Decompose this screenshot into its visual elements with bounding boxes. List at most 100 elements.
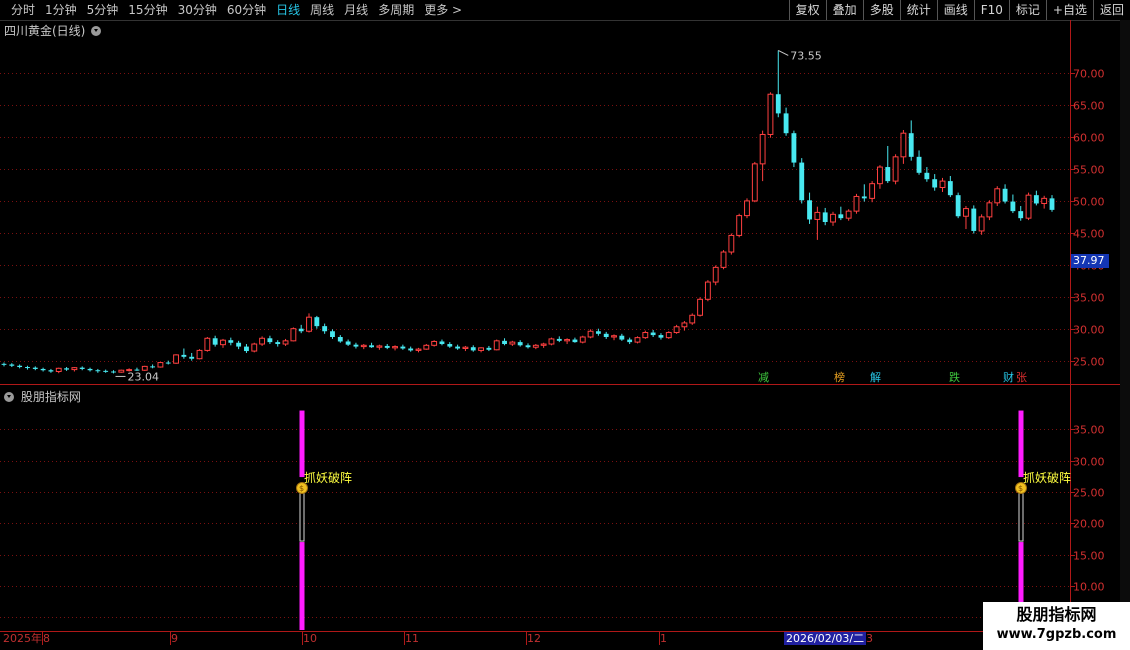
candle-body-down — [236, 342, 242, 347]
candle-body-down — [228, 340, 234, 343]
candle-body-up — [306, 316, 312, 332]
event-marker-jie[interactable]: 解 — [869, 371, 882, 384]
candle-body-up — [712, 266, 719, 283]
panel-menu-icon[interactable] — [91, 26, 102, 36]
chart-canvas[interactable]: 25.0030.0035.0040.0045.0050.0055.0060.00… — [0, 0, 1130, 650]
candle-body-down — [885, 167, 891, 182]
candle-body-up — [642, 332, 649, 339]
candle-body-up — [376, 345, 383, 348]
candle-body-up — [900, 132, 907, 158]
date-label: 9 — [171, 632, 178, 645]
candle-body-down — [408, 348, 414, 351]
candle-body-up — [720, 251, 727, 268]
candle-body-down — [111, 371, 116, 373]
y-tick-label: 45.00 — [1073, 228, 1105, 241]
candle-body-up — [767, 93, 774, 135]
event-marker-bang[interactable]: 榜 — [833, 371, 846, 384]
date-label: 12 — [527, 632, 541, 645]
candle-body-up — [634, 337, 641, 343]
candle-body-down — [48, 370, 54, 372]
candle-body-up — [157, 362, 164, 368]
candle-body-down — [838, 214, 844, 219]
candle-body-up — [751, 163, 758, 202]
candle-body-down — [916, 156, 922, 173]
candle-body-up — [415, 348, 422, 351]
signal-bar — [299, 410, 305, 478]
candle-body-up — [251, 343, 258, 352]
candle-body-up — [986, 202, 993, 218]
candle-body-down — [275, 342, 281, 345]
signal-label: 抓妖破阵 — [1023, 470, 1071, 485]
candle-body-up — [579, 336, 586, 343]
money-bag-glyph: $ — [299, 484, 304, 493]
date-axis: 2025年 8 9 10 11 12 1 2026/02/03/二 3 — [0, 632, 1130, 650]
candle-body-down — [947, 181, 953, 196]
candle-body-up — [994, 188, 1001, 204]
date-label: 11 — [405, 632, 419, 645]
cursor-date: 2026/02/03/二 — [784, 632, 867, 645]
candle-body-up — [759, 133, 766, 165]
candle-body-up — [290, 328, 297, 342]
candle-body-up — [204, 337, 211, 351]
candle-body-down — [627, 339, 633, 343]
candle-body-up — [963, 208, 969, 217]
candle-body-up — [509, 341, 516, 345]
candle-body-up — [877, 166, 883, 185]
candle-body-down — [87, 368, 93, 371]
candle-body-down — [517, 342, 523, 346]
event-marker-die[interactable]: 跌 — [948, 371, 961, 384]
current-price-tag: 37.97 — [1071, 254, 1109, 268]
candle-body-down — [103, 370, 109, 372]
event-label: 榜 — [834, 371, 845, 384]
indicator-menu-icon[interactable] — [4, 392, 14, 402]
event-label: 减 — [758, 371, 769, 384]
candle-body-up — [587, 330, 594, 338]
candle-body-down — [783, 113, 789, 134]
candle-body-down — [40, 368, 46, 371]
candle-body-up — [728, 234, 735, 253]
candle-body-down — [455, 346, 461, 349]
candle-body-down — [572, 339, 578, 343]
candle-body-up — [71, 367, 78, 371]
event-marker-jian[interactable]: 减 — [757, 371, 770, 384]
money-bag-glyph: $ — [1018, 484, 1023, 493]
candle-body-down — [400, 346, 406, 349]
candle-body-down — [775, 94, 781, 114]
candle-body-down — [267, 338, 273, 343]
candle-body-down — [95, 370, 101, 372]
candle-body-down — [212, 338, 218, 345]
y-tick-label: 20.00 — [1073, 518, 1105, 531]
candle-body-up — [814, 211, 821, 220]
candle-body-down — [619, 335, 625, 340]
candle-body-up — [540, 343, 547, 346]
date-label: 1 — [660, 632, 667, 645]
candle-body-up — [1041, 197, 1048, 204]
date-label: 3 — [866, 632, 873, 645]
candle-body-down — [181, 354, 187, 357]
right-side-strip — [1120, 20, 1130, 632]
candle-body-down — [502, 340, 507, 345]
candle-body-up — [118, 369, 125, 373]
candle-body-up — [681, 322, 688, 328]
high-pointer — [778, 50, 789, 56]
event-label: 跌 — [949, 371, 960, 384]
main-panel-title: 四川黄金(日线) — [4, 22, 102, 39]
event-marker-cai[interactable]: 财 — [1002, 371, 1015, 384]
stock-title: 四川黄金(日线) — [4, 24, 86, 38]
candle-body-up — [665, 332, 672, 339]
candle-body-up — [564, 339, 571, 342]
candle-body-up — [478, 347, 484, 351]
candle-body-down — [1033, 195, 1039, 204]
candle-body-up — [697, 298, 703, 316]
candle-body-down — [189, 356, 195, 359]
signal-hollow — [299, 486, 305, 542]
candle-body-up — [689, 314, 696, 324]
candle-body-down — [791, 133, 797, 163]
candle-body-down — [971, 208, 977, 231]
candle-body-up — [892, 156, 899, 182]
candle-body-up — [853, 195, 860, 212]
candle-body-up — [611, 335, 617, 338]
event-marker-zhang[interactable]: 张 — [1015, 371, 1028, 384]
low-label: 23.04 — [127, 370, 159, 383]
event-label: 张 — [1016, 371, 1027, 384]
